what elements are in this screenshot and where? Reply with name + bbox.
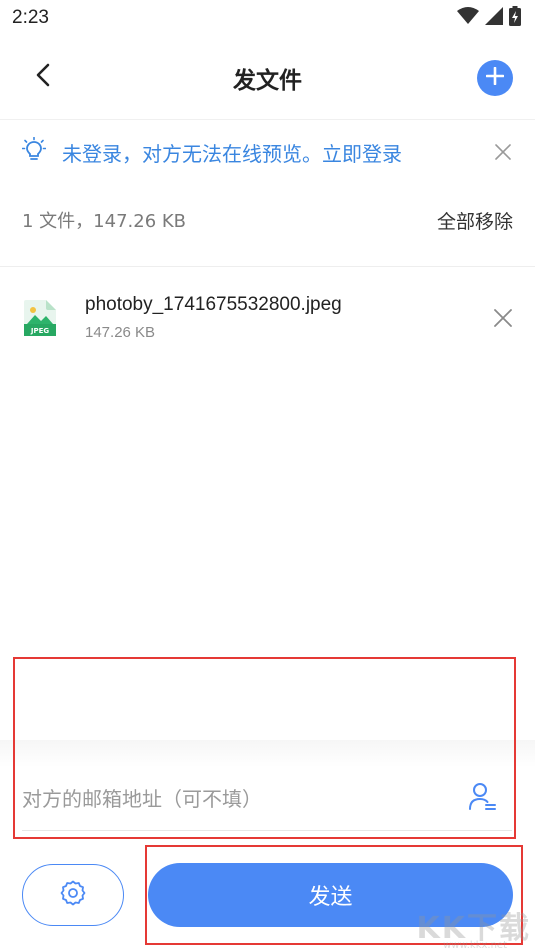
settings-button[interactable] <box>22 864 124 926</box>
file-count-text: 1 文件，147.26 KB <box>22 211 187 232</box>
close-icon[interactable] <box>493 142 513 162</box>
file-size: 147.26 KB <box>85 324 156 341</box>
status-time: 2:23 <box>12 7 49 28</box>
file-summary-row: 1 文件，147.26 KB 全部移除 <box>0 196 535 244</box>
login-prompt-text[interactable]: 未登录，对方无法在线预览。立即登录 <box>62 138 402 167</box>
file-name: photoby_1741675532800.jpeg <box>85 294 342 315</box>
plus-icon <box>485 66 505 89</box>
page-title: 发文件 <box>233 67 302 94</box>
jpeg-file-icon: JPEG <box>24 300 56 336</box>
close-icon[interactable] <box>493 308 513 328</box>
watermark-url: www.kkx.net <box>443 940 507 951</box>
gear-icon <box>60 880 86 910</box>
remove-all-button[interactable]: 全部移除 <box>437 207 513 234</box>
contact-list-icon[interactable] <box>469 782 497 812</box>
add-file-button[interactable] <box>477 60 513 96</box>
lightbulb-icon <box>21 136 47 167</box>
back-button[interactable] <box>28 62 58 92</box>
status-bar: 2:23 <box>0 0 535 36</box>
app-header: 发文件 <box>0 36 535 120</box>
wifi-icon <box>457 7 479 29</box>
battery-icon <box>509 6 521 30</box>
status-icons <box>457 6 521 30</box>
file-list-item[interactable]: JPEG photoby_1741675532800.jpeg 147.26 K… <box>0 288 535 352</box>
login-banner[interactable]: 未登录，对方无法在线预览。立即登录 <box>0 128 535 176</box>
email-input[interactable] <box>22 772 462 826</box>
file-type-badge: JPEG <box>30 327 50 335</box>
email-underline <box>22 830 512 831</box>
signal-icon <box>485 7 503 29</box>
chevron-left-icon <box>35 63 51 91</box>
divider <box>0 266 535 267</box>
